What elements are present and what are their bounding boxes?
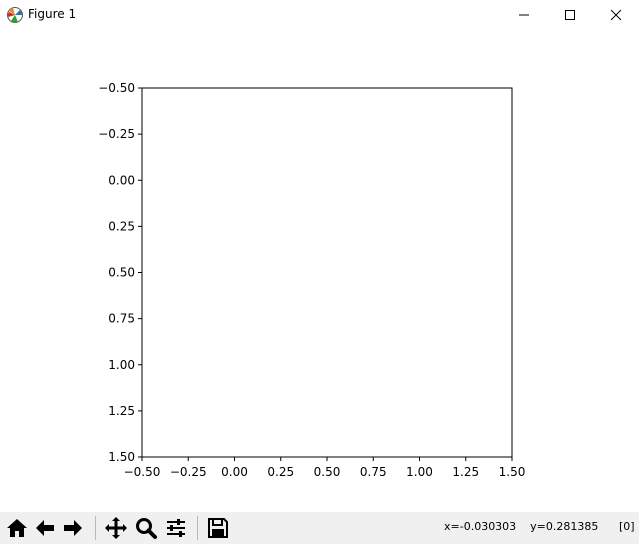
home-button[interactable]: [3, 514, 31, 542]
y-tick-label: 0.50: [108, 266, 135, 280]
zoom-button[interactable]: [132, 514, 160, 542]
matplotlib-figure-icon: [6, 6, 24, 24]
configure-subplots-button[interactable]: [162, 514, 190, 542]
x-tick-label: 0.00: [221, 465, 248, 479]
pan-button[interactable]: [102, 514, 130, 542]
y-tick-label: 0.25: [108, 219, 135, 233]
y-tick-label: −0.25: [98, 127, 135, 141]
heatmap-chart[interactable]: −0.50 −0.25 0.00 0.25 0.50 0.75 1.00 1.25 1.50−0…: [0, 30, 639, 512]
save-button[interactable]: [204, 514, 232, 542]
y-tick-label: 0.75: [108, 312, 135, 326]
arrow-left-icon: [36, 520, 54, 536]
sliders-icon: [167, 519, 185, 537]
minimize-button[interactable]: [501, 0, 547, 30]
axes-frame: [141, 87, 513, 458]
close-button[interactable]: [593, 0, 639, 30]
move-icon: [105, 517, 127, 539]
minimize-icon: [519, 14, 529, 16]
y-tick-label: 0.00: [108, 173, 135, 187]
toolbar-separator: [197, 516, 198, 540]
zoom-icon: [136, 518, 157, 539]
navigation-toolbar: x=-0.030303 y=0.281385 [0]: [0, 512, 639, 544]
pixel-value: [0]: [619, 520, 635, 533]
x-tick-label: −0.50: [124, 465, 161, 479]
maximize-button[interactable]: [547, 0, 593, 30]
figure-canvas[interactable]: −0.50 −0.25 0.00 0.25 0.50 0.75 1.00 1.25 1.50 −0…: [0, 30, 639, 512]
home-icon: [7, 519, 27, 537]
x-tick-label: −0.25: [170, 465, 207, 479]
x-tick-label: 1.50: [499, 465, 526, 479]
maximize-icon: [565, 10, 575, 20]
x-tick-label: 0.25: [267, 465, 294, 479]
y-tick-label: 1.50: [108, 450, 135, 464]
x-tick-label: 0.75: [360, 465, 387, 479]
close-icon: [610, 9, 622, 21]
x-tick-label: 1.00: [406, 465, 433, 479]
save-icon: [208, 518, 228, 538]
cursor-coordinates: x=-0.030303 y=0.281385: [444, 520, 599, 533]
x-tick-label: 1.25: [452, 465, 479, 479]
title-bar: Figure 1: [0, 0, 639, 30]
y-tick-label: 1.25: [108, 404, 135, 418]
back-button[interactable]: [31, 514, 59, 542]
y-tick-label: −0.50: [98, 81, 135, 95]
forward-button[interactable]: [59, 514, 87, 542]
arrow-right-icon: [64, 520, 82, 536]
toolbar-separator: [95, 516, 96, 540]
x-tick-label: 0.50: [314, 465, 341, 479]
window-title: Figure 1: [28, 7, 77, 21]
y-tick-label: 1.00: [108, 358, 135, 372]
